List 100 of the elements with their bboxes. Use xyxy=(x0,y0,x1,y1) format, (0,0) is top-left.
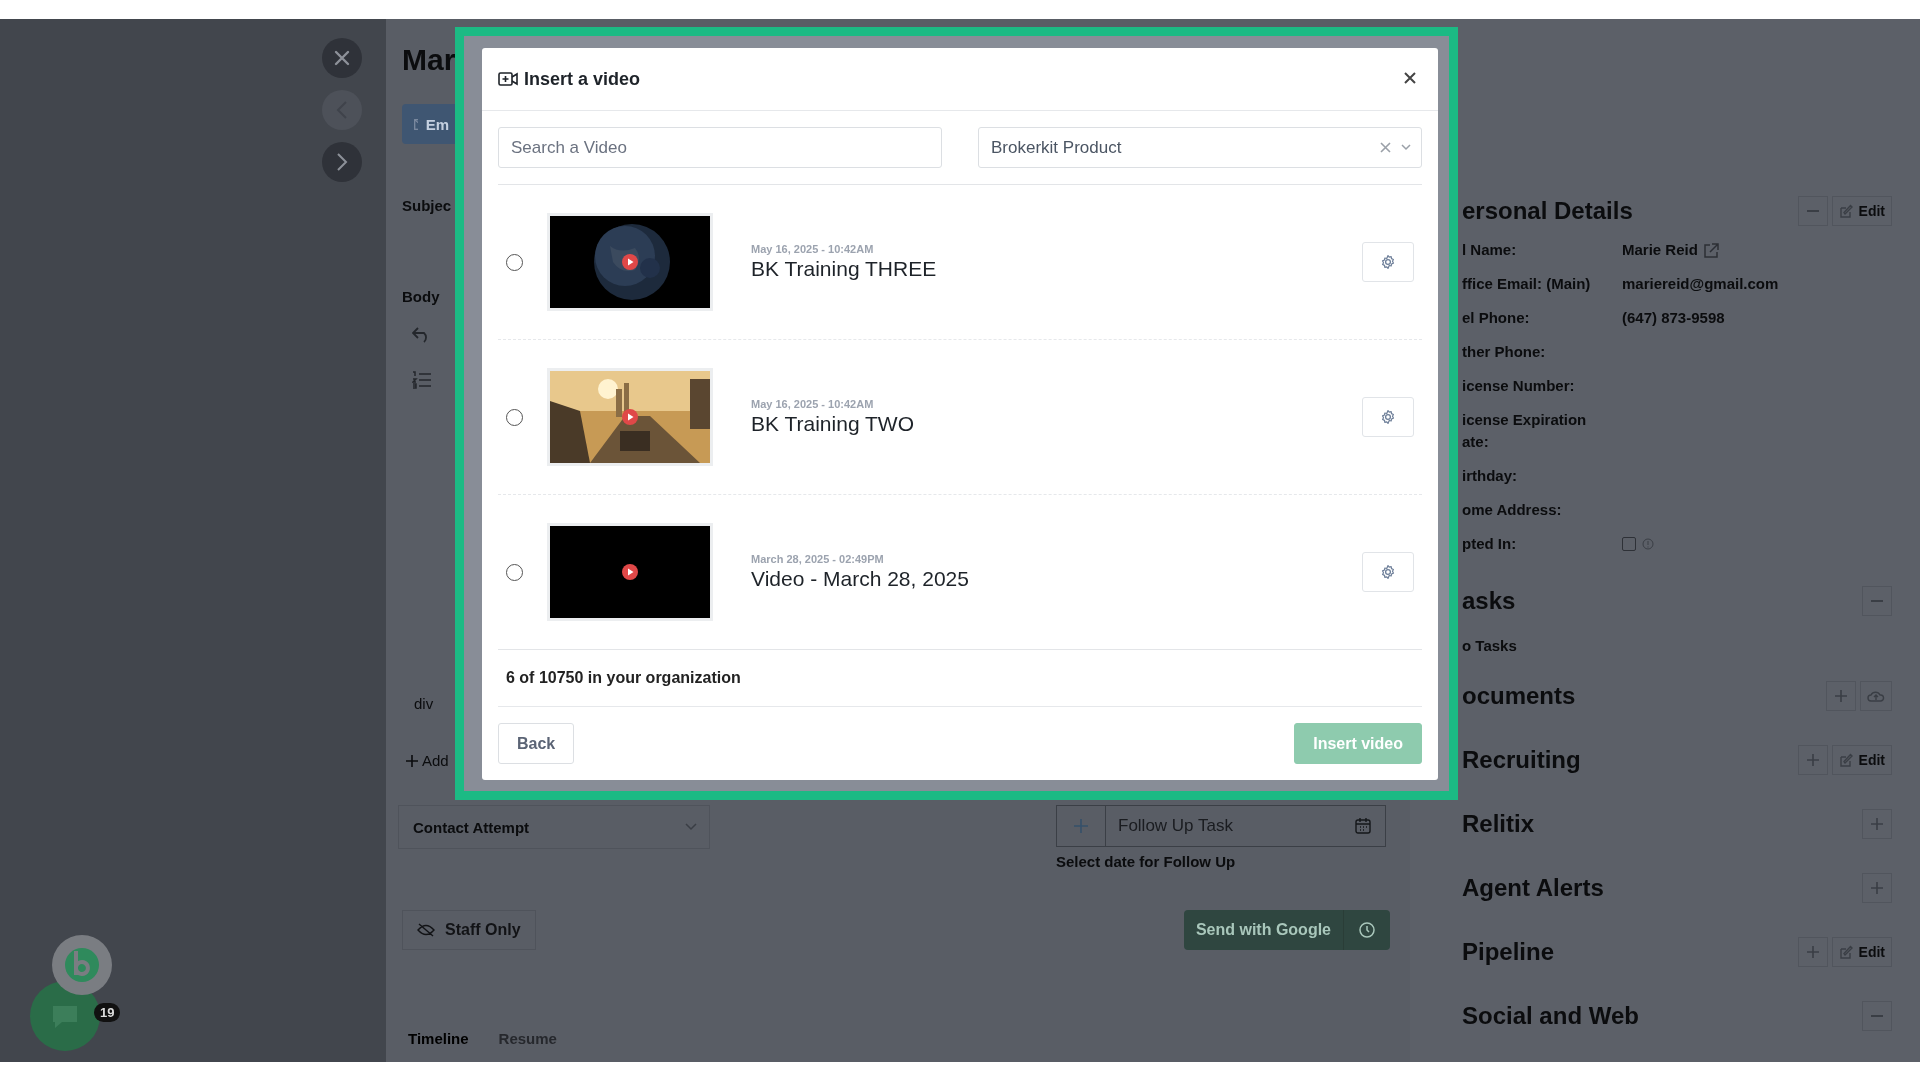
plus-button[interactable] xyxy=(1797,937,1828,967)
send-button[interactable]: Send with Google xyxy=(1183,910,1344,950)
clear-icon[interactable] xyxy=(1380,142,1391,153)
section-title: Recruiting xyxy=(1462,746,1581,774)
page-title: Mar xyxy=(402,42,456,78)
video-date: March 28, 2025 - 02:49PM xyxy=(751,553,885,565)
radio-button[interactable] xyxy=(506,563,523,581)
result-count: 6 of 10750 in your organization xyxy=(506,669,741,687)
plus-icon xyxy=(1835,690,1847,702)
close-icon xyxy=(1404,71,1416,84)
chevron-down-icon[interactable] xyxy=(1401,144,1411,151)
avatar[interactable] xyxy=(52,935,112,995)
follow-up-input[interactable]: Follow Up Task xyxy=(1106,810,1355,842)
checkbox[interactable] xyxy=(1622,537,1636,551)
calendar-icon[interactable] xyxy=(1355,818,1371,834)
upload-button[interactable] xyxy=(1860,681,1892,711)
section-title: Relitix xyxy=(1462,810,1535,838)
field-label: irthday: xyxy=(1462,466,1518,486)
back-button[interactable]: Back xyxy=(498,723,575,764)
play-icon[interactable] xyxy=(622,409,638,425)
settings-button[interactable] xyxy=(1362,552,1414,592)
video-date: May 16, 2025 - 10:42AM xyxy=(751,243,875,255)
plus-button[interactable] xyxy=(1862,809,1892,839)
plus-button[interactable] xyxy=(1797,745,1828,775)
plus-button[interactable] xyxy=(1826,681,1856,711)
play-icon[interactable] xyxy=(622,564,638,580)
tab[interactable]: Resume xyxy=(498,1030,557,1047)
tab[interactable]: Timeline xyxy=(408,1030,469,1047)
minus-icon xyxy=(1871,600,1883,602)
settings-button[interactable] xyxy=(1362,397,1414,437)
settings-icon xyxy=(1382,409,1394,425)
plus-icon xyxy=(1806,946,1819,958)
video-title: BK Training THREE xyxy=(751,257,938,281)
field-label: ome Address: xyxy=(1462,500,1563,520)
edit-icon xyxy=(1838,203,1854,219)
clock-icon xyxy=(1359,922,1375,938)
field-label: pted In: xyxy=(1462,534,1518,554)
field-label: icense Expiration ate: xyxy=(1462,410,1588,452)
video-date: May 16, 2025 - 10:42AM xyxy=(751,398,875,410)
visibility-button[interactable]: Staff Only xyxy=(402,910,536,950)
forward-button[interactable] xyxy=(322,142,362,182)
chevron-down-icon xyxy=(685,823,697,831)
external-link-icon[interactable] xyxy=(1703,242,1719,258)
search-field[interactable]: Search a Video xyxy=(498,127,942,168)
section-title: ersonal Details xyxy=(1462,197,1633,225)
edit-icon xyxy=(1838,752,1854,768)
field-label: el Phone: xyxy=(1462,308,1531,328)
numbered-list-icon[interactable] xyxy=(412,371,432,389)
minus-button[interactable] xyxy=(1862,1001,1892,1031)
body-label: Body xyxy=(402,288,440,305)
close-icon xyxy=(332,48,352,68)
play-icon[interactable] xyxy=(622,254,638,270)
video-icon xyxy=(498,72,518,86)
section-title: Pipeline xyxy=(1462,938,1555,966)
section-title: asks xyxy=(1462,587,1516,615)
field-value: mariereid@gmail.com xyxy=(1622,274,1779,294)
subject-label: Subjec xyxy=(402,197,452,214)
settings-button[interactable] xyxy=(1362,242,1414,282)
plus-icon[interactable] xyxy=(1074,819,1088,833)
contact-type-select[interactable]: Contact Attempt xyxy=(398,805,710,849)
plus-icon xyxy=(1871,818,1883,830)
follow-up-field[interactable]: Follow Up Task xyxy=(1056,805,1386,847)
settings-icon xyxy=(1382,564,1394,580)
minus-icon xyxy=(1806,210,1819,212)
plus-icon xyxy=(406,754,418,767)
category-select[interactable]: Brokerkit Product xyxy=(978,127,1422,168)
edit-button[interactable]: Edit xyxy=(1831,937,1892,967)
field-value: (647) 873-9598 xyxy=(1622,308,1725,328)
minus-icon xyxy=(1871,1015,1883,1017)
section-title: ocuments xyxy=(1462,682,1576,710)
eye-slash-icon xyxy=(417,923,435,937)
edit-button[interactable]: Edit xyxy=(1831,196,1892,226)
radio-button[interactable] xyxy=(506,408,523,426)
field-label: l Name: xyxy=(1462,240,1518,260)
minus-button[interactable] xyxy=(1797,196,1828,226)
html-tag-label: div xyxy=(414,695,434,712)
video-title: BK Training TWO xyxy=(751,412,915,436)
plus-button[interactable] xyxy=(1862,873,1892,903)
radio-button[interactable] xyxy=(506,253,523,271)
edit-icon xyxy=(1838,944,1854,960)
dialog-title: Insert a video xyxy=(524,68,641,90)
section-title: Agent Alerts xyxy=(1462,874,1604,902)
email-tab[interactable]: Em xyxy=(402,104,455,144)
settings-icon xyxy=(1382,254,1394,270)
follow-up-hint: Select date for Follow Up xyxy=(1056,853,1237,870)
section-title: Social and Web xyxy=(1462,1002,1639,1030)
video-title: Video - March 28, 2025 xyxy=(751,567,970,591)
edit-button[interactable]: Edit xyxy=(1831,745,1892,775)
plus-icon xyxy=(1806,754,1819,766)
field-label: ther Phone: xyxy=(1462,342,1547,362)
minus-button[interactable] xyxy=(1862,586,1892,616)
info-icon xyxy=(1642,538,1654,550)
plus-icon xyxy=(1871,882,1883,894)
field-value[interactable]: Marie Reid xyxy=(1622,239,1698,261)
empty-message: o Tasks xyxy=(1462,637,1518,654)
field-label: ffice Email: (Main) xyxy=(1462,274,1592,294)
notification-badge: 19 xyxy=(94,1003,121,1022)
add-attachment-link[interactable]: Add xyxy=(406,752,449,769)
upload-icon xyxy=(1867,689,1885,703)
field-label: icense Number: xyxy=(1462,376,1576,396)
